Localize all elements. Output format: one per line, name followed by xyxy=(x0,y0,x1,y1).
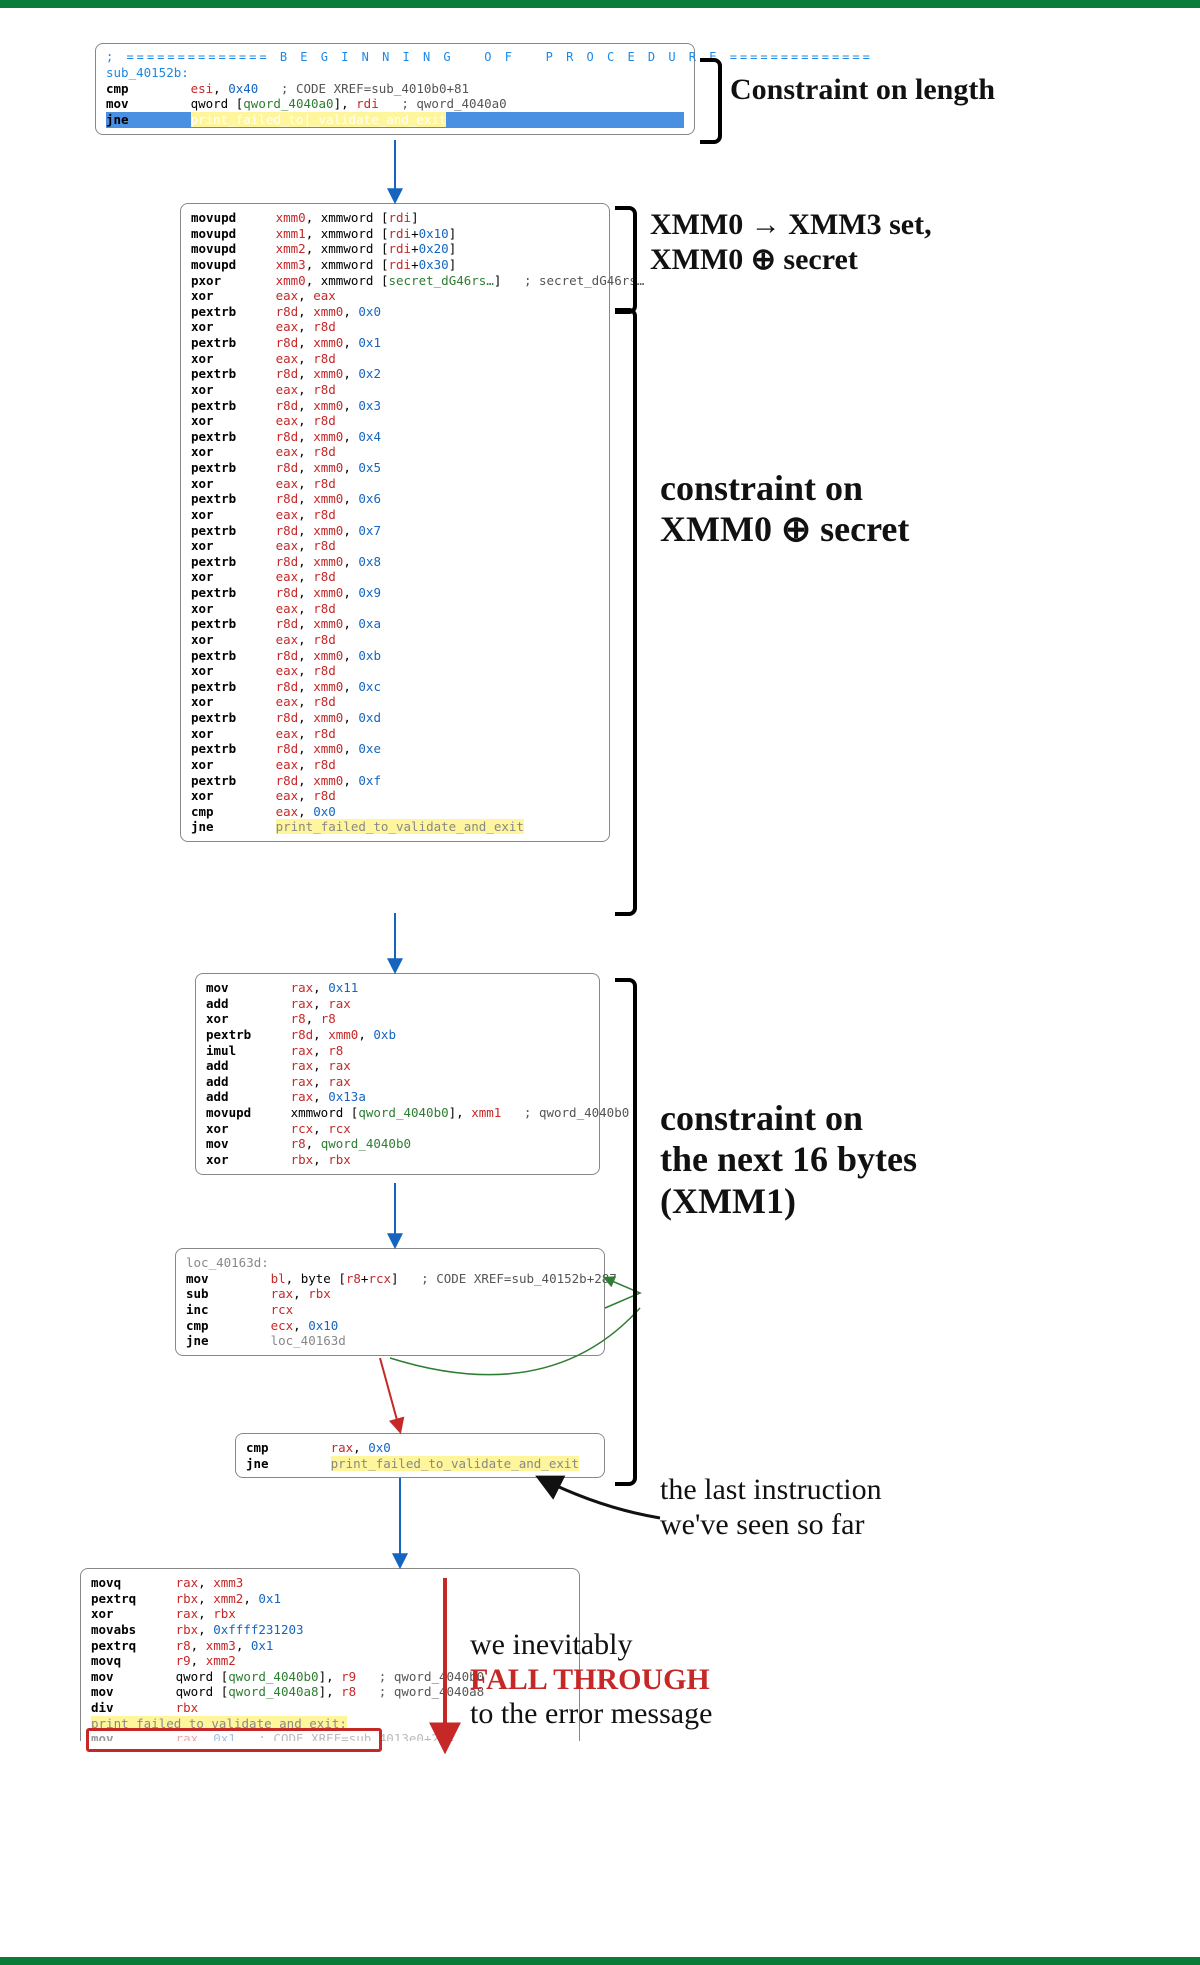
asm-line: pextrb r8d, xmm0, 0x4 xyxy=(191,429,599,445)
block-sub-40152b: ; ============== B E G I N N I N G O F P… xyxy=(95,43,695,135)
asm-line: xor r8, r8 xyxy=(206,1011,589,1027)
bracket-length xyxy=(700,58,722,144)
asm-line: xor eax, r8d xyxy=(191,319,599,335)
asm-line: xor eax, r8d xyxy=(191,632,599,648)
asm-line: mov qword [qword_4040a0], rdi ; qword_40… xyxy=(106,96,684,112)
asm-line: xor eax, eax xyxy=(191,288,599,304)
annot-line: constraint on xyxy=(660,1098,863,1138)
annot-line: the next 16 bytes xyxy=(660,1139,917,1179)
asm-line: xor eax, r8d xyxy=(191,788,599,804)
asm-line: pextrb r8d, xmm0, 0x5 xyxy=(191,460,599,476)
asm-line: xor eax, r8d xyxy=(191,569,599,585)
diagram-canvas: ; ============== B E G I N N I N G O F P… xyxy=(0,8,1200,1957)
procedure-header: ; ============== B E G I N N I N G O F P… xyxy=(106,50,684,65)
asm-line: mov r8, qword_4040b0 xyxy=(206,1136,589,1152)
asm-line: jne loc_40163d xyxy=(186,1333,594,1349)
annot-constraint-length: Constraint on length xyxy=(730,73,995,108)
bottom-bar xyxy=(0,1957,1200,1965)
asm-line: pextrb r8d, xmm0, 0xf xyxy=(191,773,599,789)
asm-line: xor eax, r8d xyxy=(191,382,599,398)
asm-line: imul rax, r8 xyxy=(206,1043,589,1059)
annot-constraint-xmm0: constraint on XMM0 ⊕ secret xyxy=(660,468,909,551)
asm-line: add rax, rax xyxy=(206,1074,589,1090)
asm-line: pextrb r8d, xmm0, 0x0 xyxy=(191,304,599,320)
annot-line: constraint on xyxy=(660,468,863,508)
annot-constraint-xmm1: constraint on the next 16 bytes (XMM1) xyxy=(660,1098,917,1222)
asm-line: xor eax, r8d xyxy=(191,757,599,773)
asm-line: mov bl, byte [r8+rcx] ; CODE XREF=sub_40… xyxy=(186,1271,594,1287)
asm-line: add rax, rax xyxy=(206,996,589,1012)
asm-line: xor rax, rbx xyxy=(91,1606,569,1622)
asm-line: jne print_failed_to_validate_and_exit xyxy=(191,819,599,835)
annot-line: we inevitably xyxy=(470,1628,632,1661)
asm-line: pextrb r8d, xmm0, 0x2 xyxy=(191,366,599,382)
asm-line: xor eax, r8d xyxy=(191,476,599,492)
asm-line: xor eax, r8d xyxy=(191,444,599,460)
annot-last-instruction: the last instruction we've seen so far xyxy=(660,1473,882,1542)
asm-line: xor eax, r8d xyxy=(191,601,599,617)
asm-line: xor eax, r8d xyxy=(191,413,599,429)
block-loc-40163d: loc_40163d:mov bl, byte [r8+rcx] ; CODE … xyxy=(175,1248,605,1356)
asm-line: pextrq rbx, xmm2, 0x1 xyxy=(91,1591,569,1607)
block-xmm0-constraint: movupd xmm0, xmmword [rdi]movupd xmm1, x… xyxy=(180,203,610,842)
asm-line: pextrb r8d, xmm0, 0x9 xyxy=(191,585,599,601)
asm-line: inc rcx xyxy=(186,1302,594,1318)
asm-line: pextrb r8d, xmm0, 0xc xyxy=(191,679,599,695)
annot-line: we've seen so far xyxy=(660,1508,864,1541)
asm-line: sub rax, rbx xyxy=(186,1286,594,1302)
asm-line: xor rcx, rcx xyxy=(206,1121,589,1137)
bracket-xmm1-constraint xyxy=(615,978,637,1486)
asm-line: pextrb r8d, xmm0, 0x7 xyxy=(191,523,599,539)
bracket-xmm0-constraint xyxy=(615,308,637,916)
annot-line: XMM0 → XMM3 set, xyxy=(650,208,932,241)
asm-line: jne print_failed_to|_validate_and_exit xyxy=(106,112,684,128)
annot-line: XMM0 ⊕ secret xyxy=(650,243,858,276)
asm-line: cmp eax, 0x0 xyxy=(191,804,599,820)
asm-line: pextrb r8d, xmm0, 0xa xyxy=(191,616,599,632)
asm-line: jne print_failed_to_validate_and_exit xyxy=(246,1456,594,1472)
asm-line: xor eax, r8d xyxy=(191,663,599,679)
asm-line: pextrb r8d, xmm0, 0x1 xyxy=(191,335,599,351)
asm-line: mov rax, 0x11 xyxy=(206,980,589,996)
asm-line: xor eax, r8d xyxy=(191,694,599,710)
asm-line: movupd xmm1, xmmword [rdi+0x10] xyxy=(191,226,599,242)
annot-xmm-set: XMM0 → XMM3 set, XMM0 ⊕ secret xyxy=(650,208,932,277)
annot-line-fall: FALL THROUGH xyxy=(470,1663,710,1696)
asm-line: add rax, rax xyxy=(206,1058,589,1074)
asm-line: movupd xmm2, xmmword [rdi+0x20] xyxy=(191,241,599,257)
asm-line: xor eax, r8d xyxy=(191,507,599,523)
block-cmp-rax: cmp rax, 0x0jne print_failed_to_validate… xyxy=(235,1433,605,1478)
annot-line: to the error message xyxy=(470,1697,712,1730)
redbox-fail-label xyxy=(86,1728,382,1752)
asm-line: pextrb r8d, xmm0, 0xb xyxy=(206,1027,589,1043)
loc-label: loc_40163d: xyxy=(186,1255,594,1271)
asm-line: pextrb r8d, xmm0, 0xe xyxy=(191,741,599,757)
asm-line: pextrb r8d, xmm0, 0xb xyxy=(191,648,599,664)
annot-line: (XMM1) xyxy=(660,1181,796,1221)
asm-line: pextrb r8d, xmm0, 0x6 xyxy=(191,491,599,507)
asm-line: pextrb r8d, xmm0, 0xd xyxy=(191,710,599,726)
bracket-xmm-set xyxy=(615,206,637,314)
annot-line: XMM0 ⊕ secret xyxy=(660,509,909,549)
asm-line: movupd xmm0, xmmword [rdi] xyxy=(191,210,599,226)
asm-line: cmp ecx, 0x10 xyxy=(186,1318,594,1334)
asm-line: pextrb r8d, xmm0, 0x8 xyxy=(191,554,599,570)
asm-line: xor eax, r8d xyxy=(191,351,599,367)
sub-label: sub_40152b: xyxy=(106,65,684,81)
asm-line: cmp rax, 0x0 xyxy=(246,1440,594,1456)
asm-line: movupd xmmword [qword_4040b0], xmm1 ; qw… xyxy=(206,1105,589,1121)
block-hash-setup: mov rax, 0x11add rax, raxxor r8, r8pextr… xyxy=(195,973,600,1175)
top-bar xyxy=(0,0,1200,8)
asm-line: cmp esi, 0x40 ; CODE XREF=sub_4010b0+81 xyxy=(106,81,684,97)
asm-line: movq rax, xmm3 xyxy=(91,1575,569,1591)
asm-line: movupd xmm3, xmmword [rdi+0x30] xyxy=(191,257,599,273)
asm-line: xor eax, r8d xyxy=(191,538,599,554)
annot-line: the last instruction xyxy=(660,1473,882,1506)
asm-line: xor rbx, rbx xyxy=(206,1152,589,1168)
asm-line: xor eax, r8d xyxy=(191,726,599,742)
asm-line: add rax, 0x13a xyxy=(206,1089,589,1105)
annot-fallthrough: we inevitably FALL THROUGH to the error … xyxy=(470,1628,712,1732)
asm-line: pxor xmm0, xmmword [secret_dG46rs…] ; se… xyxy=(191,273,599,289)
asm-line: pextrb r8d, xmm0, 0x3 xyxy=(191,398,599,414)
